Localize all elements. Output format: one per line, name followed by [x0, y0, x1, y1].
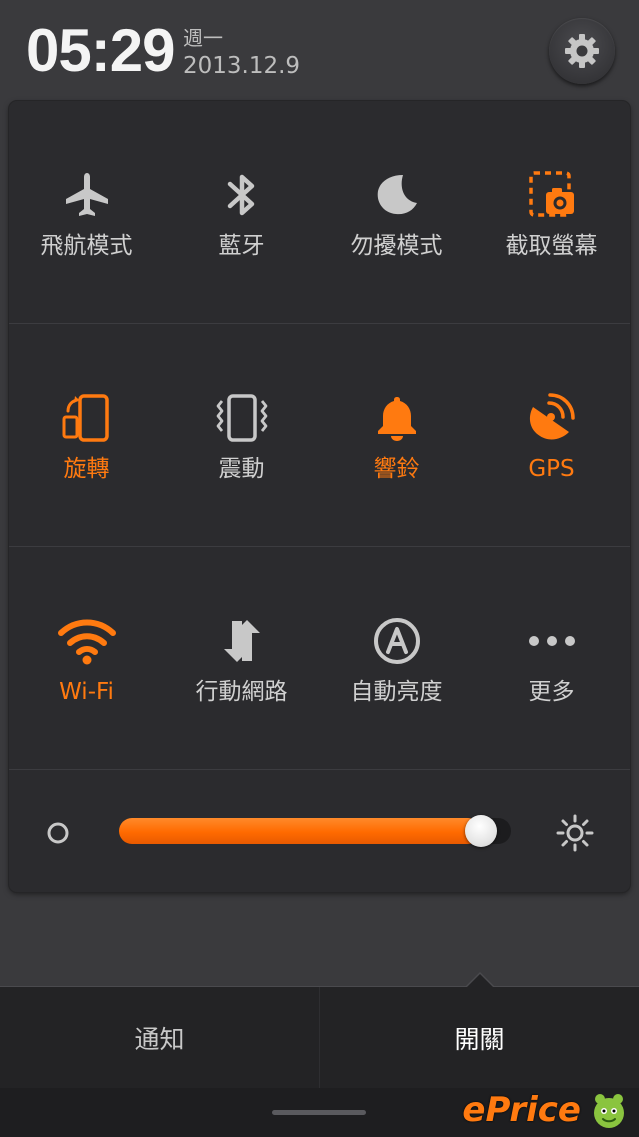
more-dots-icon: [528, 636, 575, 646]
tab-bar: 通知 開關: [0, 986, 639, 1089]
do-not-disturb-label: 勿擾模式: [350, 233, 443, 259]
tab-toggles[interactable]: 開關: [320, 987, 639, 1089]
airplane-mode-label: 飛航模式: [40, 233, 133, 259]
active-tab-indicator-inner: [467, 974, 493, 987]
auto-brightness-label: 自動亮度: [350, 679, 443, 705]
ringer-toggle[interactable]: 響鈴: [319, 324, 474, 546]
brightness-slider-fill: [119, 818, 481, 844]
wifi-icon: [57, 619, 116, 665]
bluetooth-icon: [227, 174, 254, 216]
gear-icon: [565, 34, 599, 68]
more-label: 更多: [528, 679, 575, 705]
brightness-high-icon: [556, 814, 594, 852]
rotate-phone-icon: [62, 394, 109, 442]
screenshot-label: 截取螢幕: [505, 233, 598, 259]
toggle-row-1: 飛航模式 藍牙 勿擾模式 截取螢幕: [9, 101, 630, 323]
drag-handle[interactable]: [272, 1110, 366, 1115]
clock-time: 05:29: [26, 17, 175, 84]
moon-icon: [377, 175, 417, 215]
ringer-label: 響鈴: [373, 456, 420, 482]
auto-brightness-toggle[interactable]: 自動亮度: [319, 547, 474, 769]
wifi-toggle[interactable]: Wi-Fi: [9, 547, 164, 769]
brightness-low-icon: [47, 822, 69, 844]
gps-toggle[interactable]: GPS: [474, 324, 629, 546]
vibrate-icon: [216, 394, 267, 442]
brightness-slider-thumb[interactable]: [465, 815, 497, 847]
rotation-label: 旋轉: [63, 456, 110, 482]
date-label: 2013.12.9: [183, 53, 301, 79]
toggle-row-2: 旋轉 震動 響鈴 GPS: [9, 324, 630, 546]
mobile-data-toggle[interactable]: 行動網路: [164, 547, 319, 769]
bell-icon: [377, 397, 416, 441]
tab-notifications[interactable]: 通知: [0, 987, 320, 1089]
gps-label: GPS: [528, 456, 575, 482]
mascot-logo-icon: [594, 1094, 624, 1128]
auto-brightness-icon: [373, 618, 420, 664]
bluetooth-toggle[interactable]: 藍牙: [164, 101, 319, 323]
watermark-text: ePrice: [462, 1090, 581, 1130]
toggle-row-3: Wi-Fi 行動網路 自動亮度 更多: [9, 547, 630, 769]
status-bar: 05:29 週一 2013.12.9: [0, 0, 639, 100]
airplane-mode-toggle[interactable]: 飛航模式: [9, 101, 164, 323]
weekday-label: 週一: [183, 26, 223, 50]
vibrate-label: 震動: [218, 456, 265, 482]
screenshot-camera-icon: [528, 171, 574, 217]
bluetooth-label: 藍牙: [218, 233, 265, 259]
screenshot-toggle[interactable]: 截取螢幕: [474, 101, 629, 323]
satellite-dish-icon: [529, 393, 575, 440]
brightness-slider-row: [9, 770, 630, 892]
brightness-slider[interactable]: [119, 815, 511, 847]
airplane-icon: [65, 173, 108, 216]
rotation-toggle[interactable]: 旋轉: [9, 324, 164, 546]
quick-toggle-panel: 飛航模式 藍牙 勿擾模式 截取螢幕 旋轉 震動 響鈴 GPS Wi-Fi 行動網…: [9, 101, 630, 892]
do-not-disturb-toggle[interactable]: 勿擾模式: [319, 101, 474, 323]
vibrate-toggle[interactable]: 震動: [164, 324, 319, 546]
bottom-bar: ePrice: [0, 1088, 639, 1137]
mobile-data-label: 行動網路: [195, 679, 288, 705]
wifi-label: Wi-Fi: [59, 679, 114, 705]
more-toggle[interactable]: 更多: [474, 547, 629, 769]
settings-button[interactable]: [549, 18, 615, 84]
data-transfer-arrows-icon: [223, 620, 260, 662]
